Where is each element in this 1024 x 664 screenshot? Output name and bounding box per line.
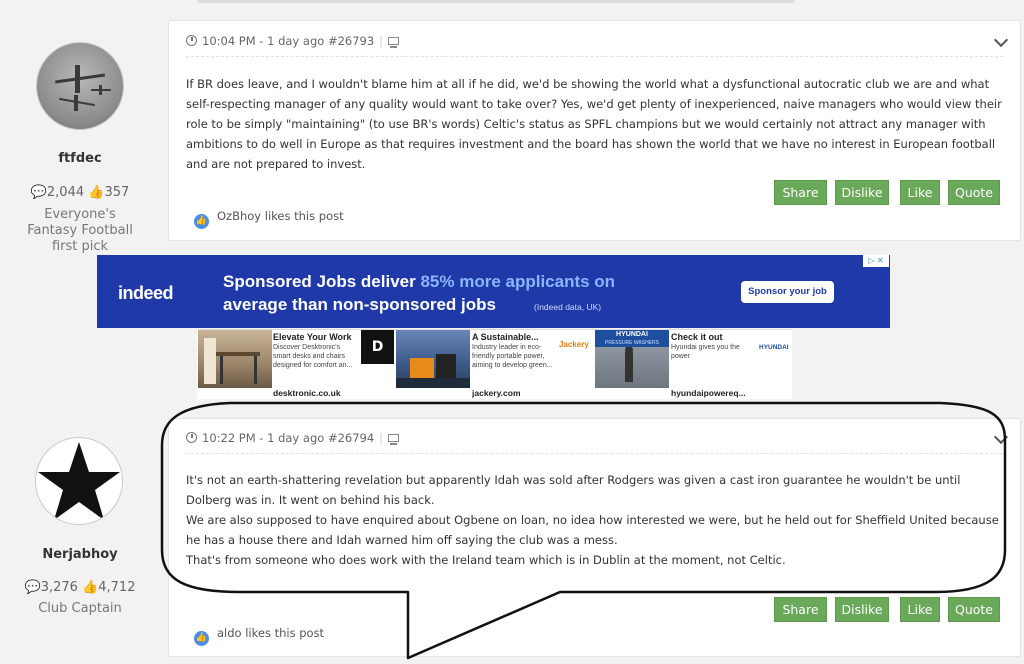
ad-title[interactable]: Elevate Your Work [273, 332, 352, 342]
top-divider [198, 0, 794, 3]
aircraft-icon [55, 65, 111, 111]
author-stats: 💬3,276 👍4,712 [0, 580, 160, 595]
hyundai-logo: HYUNDAI [759, 344, 789, 351]
desktop-icon [388, 434, 400, 445]
author-stats: 💬2,044 👍357 [0, 185, 160, 200]
meta-divider [186, 453, 1003, 454]
post-paragraph: It's not an earth-shattering revelation … [186, 473, 961, 507]
post-paragraph: We are also supposed to have enquired ab… [186, 513, 999, 547]
ad-desc: Industry leader in eco-friendly portable… [472, 344, 553, 369]
post-meta: 10:04 PM - 1 day ago #26793 | [186, 34, 400, 48]
ad-desc: Hyundai gives you the power [671, 344, 740, 360]
post-card: 10:22 PM - 1 day ago #26794 | It's not an… [168, 418, 1021, 657]
ad-title[interactable]: Check it out [671, 332, 723, 342]
comment-icon: 💬 [24, 580, 41, 595]
banner-source: (Indeed data, UK) [534, 302, 602, 312]
user-avatar[interactable] [36, 42, 124, 130]
thumbs-up-icon: 👍 [194, 214, 209, 229]
post-id[interactable]: #26793 [328, 34, 374, 48]
power-station-image-icon [396, 354, 470, 388]
ad-image[interactable] [198, 330, 272, 388]
sponsored-banner[interactable]: indeed Sponsored Jobs deliver 85% more a… [97, 255, 890, 328]
author-name[interactable]: ftfdec [0, 151, 160, 166]
ad-url[interactable]: desktronic.co.uk [273, 388, 341, 398]
post-body: It's not an earth-shattering revelation … [186, 470, 1001, 570]
chevron-down-icon[interactable] [993, 32, 1009, 48]
banner-headline-1: Sponsored Jobs deliver 85% more applican… [223, 272, 616, 291]
post-meta: 10:22 PM - 1 day ago #26794 | [186, 431, 400, 445]
clock-icon [186, 35, 197, 46]
dislike-button[interactable]: Dislike [835, 180, 889, 205]
desk-image-icon [204, 338, 260, 384]
post-id[interactable]: #26794 [328, 431, 374, 445]
likes-line: 👍 aldo likes this post [194, 626, 324, 646]
thumbs-up-icon: 👍 [88, 185, 105, 200]
likes-text[interactable]: OzBhoy likes this post [217, 209, 344, 223]
like-button[interactable]: Like [900, 180, 940, 205]
hyundai-image-sub: PRESSURE WASHERS [595, 340, 669, 347]
likes-line: 👍 OzBhoy likes this post [194, 209, 344, 229]
ad-image[interactable] [396, 330, 470, 388]
author-rank: Club Captain [38, 601, 122, 616]
hyundai-image-label: HYUNDAI [595, 330, 669, 340]
jackery-logo: Jackery [559, 340, 589, 349]
ad-url[interactable]: hyundaipowereq... [671, 388, 746, 398]
post-card: 10:04 PM - 1 day ago #26793 | If BR does … [168, 20, 1021, 241]
post-count: 3,276 [40, 580, 78, 595]
post-body: If BR does leave, and I wouldn't blame h… [186, 74, 1006, 174]
ad-choices-icon[interactable]: ▷ ✕ [863, 255, 889, 267]
post-time: 10:22 PM - 1 day ago [202, 431, 325, 445]
clock-icon [186, 432, 197, 443]
author-rank: Everyone's Fantasy Football first pick [27, 207, 133, 254]
post-count: 2,044 [46, 185, 85, 200]
desktronic-logo: D [361, 330, 394, 364]
thumbs-up-icon: 👍 [194, 631, 209, 646]
chevron-down-icon[interactable] [993, 429, 1009, 445]
sponsor-job-button[interactable]: Sponsor your job [741, 281, 834, 303]
star-icon [38, 442, 120, 520]
user-avatar[interactable] [35, 437, 123, 525]
like-count: 4,712 [98, 580, 136, 595]
comment-icon: 💬 [30, 185, 47, 200]
ad-image[interactable]: HYUNDAI PRESSURE WASHERS [595, 330, 669, 388]
meta-divider [186, 56, 1003, 57]
desktop-icon [388, 37, 400, 48]
dislike-button[interactable]: Dislike [835, 597, 889, 622]
like-count: 357 [104, 185, 130, 200]
author-name[interactable]: Nerjabhoy [0, 547, 160, 562]
thumbs-up-icon: 👍 [82, 580, 99, 595]
quote-button[interactable]: Quote [948, 180, 1000, 205]
share-button[interactable]: Share [774, 597, 827, 622]
ad-row: Elevate Your Work Discover Desktronic's … [197, 329, 792, 399]
share-button[interactable]: Share [774, 180, 827, 205]
post-paragraph: If BR does leave, and I wouldn't blame h… [186, 77, 1002, 171]
like-button[interactable]: Like [900, 597, 940, 622]
likes-text[interactable]: aldo likes this post [217, 626, 324, 640]
ad-desc: Discover Desktronic's smart desks and ch… [273, 344, 353, 369]
post-paragraph: That's from someone who does work with t… [186, 553, 786, 567]
indeed-logo: indeed [118, 283, 174, 303]
banner-headline-2: average than non-sponsored jobs [223, 295, 496, 314]
quote-button[interactable]: Quote [948, 597, 1000, 622]
ad-url[interactable]: jackery.com [472, 388, 521, 398]
post-time: 10:04 PM - 1 day ago [202, 34, 325, 48]
ad-title[interactable]: A Sustainable... [472, 332, 539, 342]
